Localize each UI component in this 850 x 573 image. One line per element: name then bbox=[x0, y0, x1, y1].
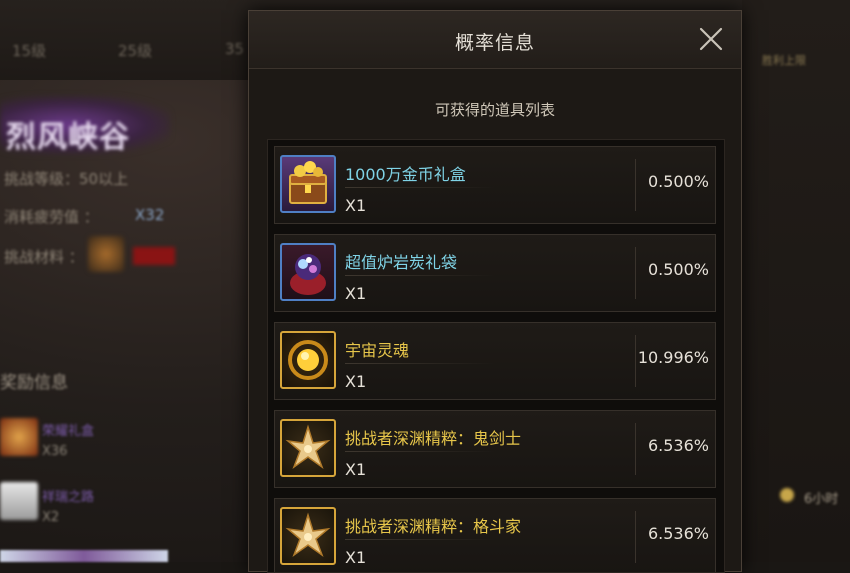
dialog-title: 概率信息 bbox=[454, 32, 535, 54]
close-icon bbox=[699, 27, 723, 51]
background-right-panel bbox=[742, 0, 850, 562]
item-name-divider bbox=[345, 187, 495, 188]
background-reward-icon bbox=[0, 482, 38, 520]
item-name: 挑战者深渊精粹：鬼剑士 bbox=[345, 429, 522, 448]
background-reward-count: X36 bbox=[42, 444, 68, 459]
item-count: X1 bbox=[345, 548, 367, 567]
item-count: X1 bbox=[345, 372, 367, 391]
background-reward-name: 祥瑞之路 bbox=[42, 490, 95, 505]
item-probability: 10.996% bbox=[637, 348, 709, 367]
item-name: 1000万金币礼盒 bbox=[345, 165, 466, 184]
background-requirement-level: 挑战等级：50以上 bbox=[4, 170, 129, 188]
background-right-label: 胜利上限 bbox=[762, 54, 806, 67]
cosmic-soul-icon bbox=[280, 331, 336, 389]
list-item[interactable]: 挑战者深渊精粹：鬼剑士 X1 6.536% bbox=[274, 410, 716, 488]
background-tab-15: 15级 bbox=[12, 42, 47, 60]
gold-chest-icon bbox=[280, 155, 336, 213]
background-right-timer: 6小时 bbox=[804, 492, 839, 507]
abyss-essence-icon bbox=[280, 507, 336, 565]
item-name-divider bbox=[345, 275, 495, 276]
background-tab-25: 25级 bbox=[118, 42, 153, 60]
background-reward-name: 荣耀礼盒 bbox=[42, 424, 95, 439]
item-list[interactable]: 1000万金币礼盒 X1 0.500% 超值炉岩炭礼袋 X1 0.500% 宇宙… bbox=[267, 139, 725, 573]
dialog-header: 概率信息 bbox=[249, 11, 741, 69]
background-bottom-strip bbox=[0, 550, 168, 562]
close-button[interactable] bbox=[697, 25, 725, 53]
item-count: X1 bbox=[345, 284, 367, 303]
item-name-divider bbox=[345, 451, 495, 452]
item-count: X1 bbox=[345, 196, 367, 215]
item-count: X1 bbox=[345, 460, 367, 479]
background-tab-35: 35 bbox=[225, 40, 245, 58]
item-probability: 6.536% bbox=[647, 436, 709, 455]
background-requirement-fatigue: 消耗疲劳值 ： bbox=[4, 208, 99, 226]
background-material-count bbox=[133, 247, 175, 265]
item-list-subtitle: 可获得的道具列表 bbox=[434, 101, 555, 119]
item-name: 挑战者深渊精粹：格斗家 bbox=[345, 517, 522, 536]
list-item[interactable]: 1000万金币礼盒 X1 0.500% bbox=[274, 146, 716, 224]
item-name-divider bbox=[345, 539, 495, 540]
background-section-title: 奖励信息 bbox=[0, 373, 68, 393]
background-material-icon bbox=[88, 236, 124, 272]
probability-dialog: 概率信息 可获得的道具列表 1000万金币礼盒 X1 0.500% 超值炉岩炭礼… bbox=[248, 10, 742, 573]
list-item[interactable]: 宇宙灵魂 X1 10.996% bbox=[274, 322, 716, 400]
item-probability: 0.500% bbox=[647, 260, 709, 279]
item-probability: 0.500% bbox=[647, 172, 709, 191]
item-name: 超值炉岩炭礼袋 bbox=[345, 253, 458, 272]
background-level-tabs: 15级 25级 35 bbox=[0, 40, 250, 70]
list-item[interactable]: 超值炉岩炭礼袋 X1 0.500% bbox=[274, 234, 716, 312]
background-reward-icon bbox=[0, 418, 38, 456]
background-dungeon-name: 烈风峡谷 bbox=[6, 120, 130, 155]
background-timer-icon bbox=[780, 488, 794, 502]
background-fatigue-cost: X32 bbox=[135, 206, 165, 224]
gem-pouch-icon bbox=[280, 243, 336, 301]
item-name-divider bbox=[345, 363, 495, 364]
background-reward-count: X2 bbox=[42, 510, 60, 525]
background-requirement-material: 挑战材料 ： bbox=[4, 248, 84, 266]
item-probability: 6.536% bbox=[647, 524, 709, 543]
abyss-essence-icon bbox=[280, 419, 336, 477]
item-name: 宇宙灵魂 bbox=[345, 341, 410, 360]
